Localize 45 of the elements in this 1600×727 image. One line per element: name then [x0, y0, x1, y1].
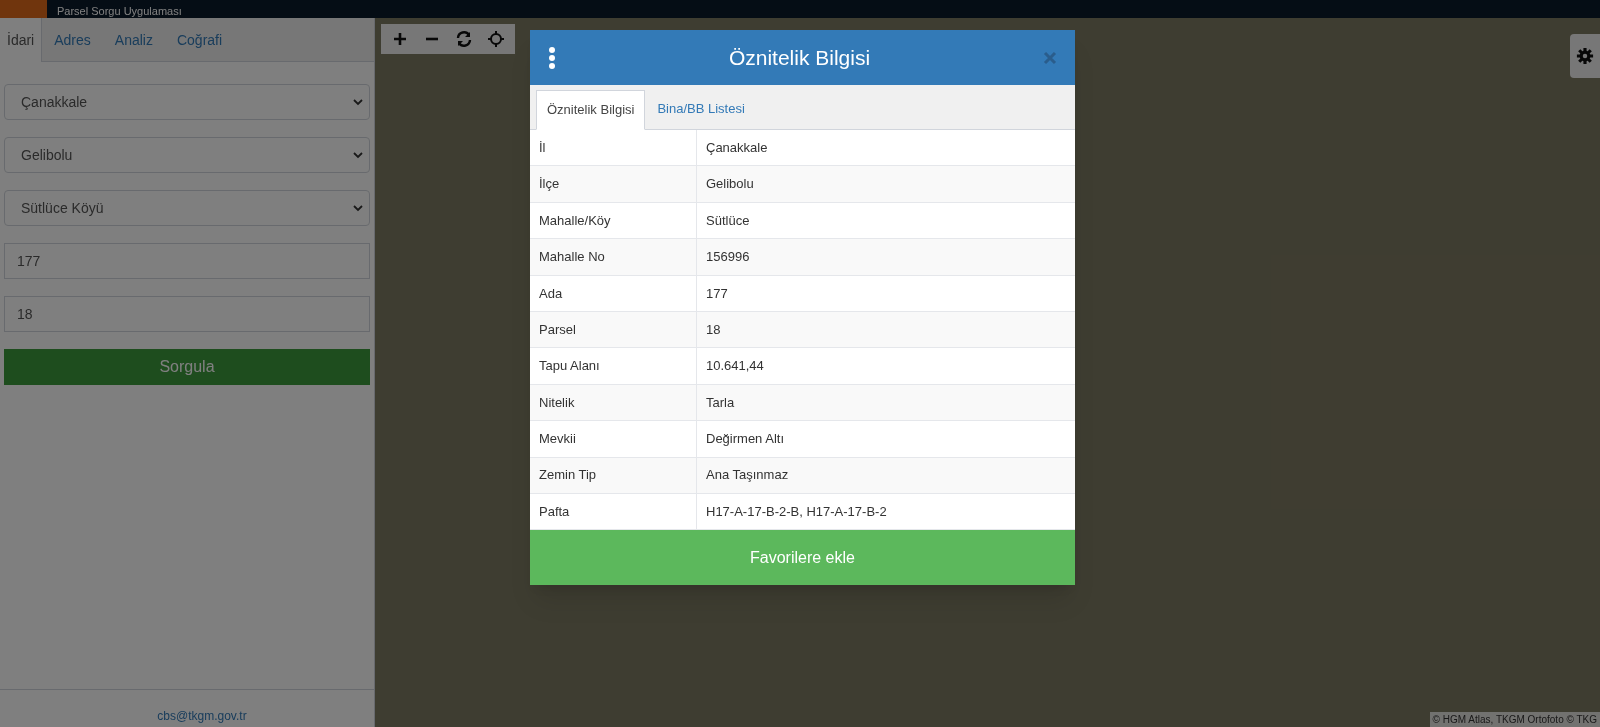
- table-cell-text: Değirmen Altı: [705, 430, 786, 449]
- table-cell-text: 177: [705, 284, 729, 303]
- table-cell-text: Ana Taşınmaz: [705, 466, 790, 485]
- table-cell: Parsel: [530, 311, 697, 348]
- table-cell: Ada: [530, 275, 697, 311]
- map-attribution: © HGM Atlas, TKGM Ortofoto © TKG: [1429, 712, 1600, 727]
- chevron-down-icon: [353, 98, 363, 106]
- add-to-favorites-button[interactable]: Favorilere ekle: [530, 530, 1075, 586]
- settings-icon: [1576, 47, 1594, 65]
- dialog-tab[interactable]: Öznitelik Bilgisi: [536, 90, 646, 130]
- settings-button[interactable]: [1570, 34, 1600, 78]
- dropdown-field[interactable]: Çanakkale: [4, 84, 370, 120]
- table-cell: Zemin Tip: [530, 457, 697, 493]
- table-cell: İlçe: [530, 166, 697, 202]
- table-cell-text: 156996: [705, 248, 751, 267]
- table-cell-text: 10.641,44: [705, 357, 765, 376]
- footer-email-link[interactable]: cbs@tkgm.gov.tr: [127, 707, 247, 725]
- input-field[interactable]: 18: [4, 296, 370, 332]
- sidebar-tab[interactable]: Adres: [42, 18, 103, 62]
- table-cell: Nitelik: [530, 384, 697, 421]
- sidebar-tab[interactable]: Coğrafi: [164, 18, 235, 62]
- chevron-down-icon: [353, 151, 363, 159]
- dialog-title: Öznitelik Bilgisi: [727, 44, 872, 71]
- dropdown-field[interactable]: Sütlüce Köyü: [4, 190, 370, 226]
- chevron-down-icon: [353, 204, 363, 212]
- table-cell: Pafta: [530, 493, 697, 530]
- table-cell: Mevkii: [530, 421, 697, 457]
- table-cell-text: Çanakkale: [705, 138, 769, 157]
- app-title: Parsel Sorgu Uygulaması: [57, 4, 182, 18]
- more-options-icon[interactable]: [548, 46, 556, 69]
- table-cell: Mahalle No: [530, 239, 697, 275]
- table-cell-text: H17-A-17-B-2-B, H17-A-17-B-2: [705, 502, 888, 521]
- table-cell: Tapu Alanı: [530, 348, 697, 384]
- query-button[interactable]: Sorgula: [4, 349, 370, 385]
- sidebar-tab[interactable]: İdari: [0, 18, 43, 62]
- table-cell-text: Sütlüce: [705, 211, 751, 230]
- dropdown-field[interactable]: Gelibolu: [4, 137, 370, 173]
- table-cell-text: Gelibolu: [705, 175, 755, 194]
- table-cell-text: 18: [705, 320, 722, 339]
- dialog-tab[interactable]: Bina/BB Listesi: [645, 89, 757, 129]
- table-cell: İl: [530, 130, 697, 166]
- input-field[interactable]: 177: [4, 243, 370, 279]
- table-cell-text: Tarla: [705, 393, 736, 412]
- sidebar-tab[interactable]: Analiz: [102, 18, 165, 62]
- table-cell: Mahalle/Köy: [530, 202, 697, 239]
